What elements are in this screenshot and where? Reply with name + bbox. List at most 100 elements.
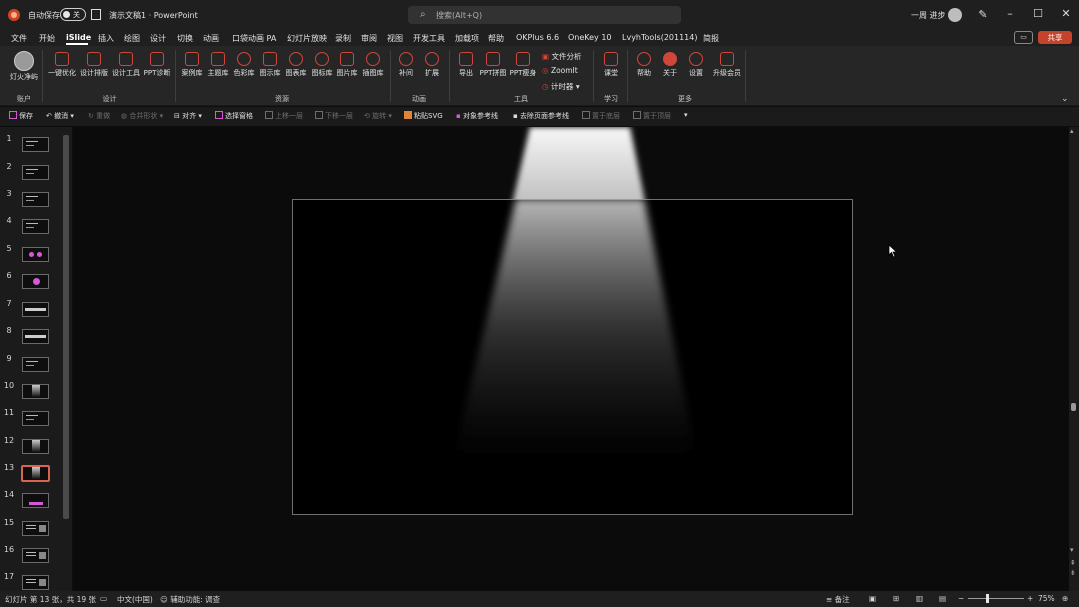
slide-thumbnail[interactable] [22, 302, 49, 317]
menu-view[interactable]: 视图 [387, 33, 403, 44]
qat-paste-svg-button[interactable]: 粘贴SVG [404, 111, 443, 121]
close-icon[interactable]: ✕ [1056, 7, 1076, 20]
menu-onekey[interactable]: OneKey 10 [568, 33, 612, 42]
autosave-toggle[interactable]: 关 [60, 8, 86, 21]
zoom-slider-knob[interactable] [986, 594, 989, 603]
menu-addins[interactable]: 加载项 [455, 33, 479, 44]
scroll-up-icon[interactable]: ▴ [1070, 127, 1074, 135]
qat-bring-to-front-button[interactable]: 置于顶层 [633, 111, 671, 121]
qat-bring-forward-button[interactable]: 上移一层 [265, 111, 303, 121]
ppt-collage-button[interactable]: PPT拼图 [477, 50, 509, 77]
design-tools-button[interactable]: 设计工具 [110, 50, 142, 77]
account-button-label[interactable]: 灯火净屿 [8, 73, 40, 81]
menu-record[interactable]: 录制 [335, 33, 351, 44]
slide-thumbnail[interactable] [22, 493, 49, 508]
menu-insert[interactable]: 插入 [98, 33, 114, 44]
slide-thumbnail[interactable] [22, 575, 49, 590]
slide-thumbnail[interactable] [22, 411, 49, 426]
minimize-icon[interactable]: – [1000, 7, 1020, 20]
maximize-icon[interactable]: ☐ [1028, 7, 1048, 20]
search-box[interactable]: ⌕ 搜索(Alt+Q) [408, 6, 681, 24]
user-name[interactable]: 一周 进步 [911, 10, 946, 21]
menu-help[interactable]: 帮助 [488, 33, 504, 44]
fit-to-window-icon[interactable]: ⊕ [1062, 594, 1068, 603]
slide-thumbnail[interactable] [22, 219, 49, 234]
scrollbar-thumb[interactable] [1071, 403, 1076, 411]
slide-thumbnail[interactable] [22, 439, 49, 454]
menu-slideshow[interactable]: 幻灯片放映 [287, 33, 327, 44]
zoom-slider[interactable] [968, 598, 1024, 599]
ppt-slim-button[interactable]: PPT瘦身 [507, 50, 539, 77]
slide-thumbnail[interactable] [22, 521, 49, 536]
qat-undo-button[interactable]: ↶ 撤消 ▾ [46, 111, 74, 121]
reading-view-icon[interactable]: ▥ [916, 594, 923, 603]
extend-button[interactable]: 扩展 [416, 50, 448, 77]
collapse-ribbon-icon[interactable]: ⌄ [1061, 94, 1069, 104]
language-indicator[interactable]: 中文(中国) [117, 594, 153, 605]
scroll-down-icon[interactable]: ▾ [1070, 546, 1074, 554]
upgrade-member-button[interactable]: 升级会员 [712, 50, 742, 77]
qat-send-backward-button[interactable]: 下移一层 [315, 111, 353, 121]
scrollbar-thumb[interactable] [63, 135, 69, 519]
pen-icon[interactable]: ✎ [973, 8, 993, 21]
classroom-button[interactable]: 课堂 [595, 50, 627, 77]
avatar[interactable] [948, 8, 962, 22]
zoom-out-icon[interactable]: − [958, 594, 964, 603]
design-layout-button[interactable]: 设计排版 [78, 50, 110, 77]
ppt-diagnose-button[interactable]: PPT诊断 [141, 50, 173, 77]
menu-animations[interactable]: 动画 [203, 33, 219, 44]
previous-slide-icon[interactable]: ⇞ [1070, 559, 1076, 567]
save-icon[interactable] [91, 9, 101, 20]
slideshow-view-icon[interactable]: ▤ [939, 594, 946, 603]
qat-selection-pane-button[interactable]: 选择窗格 [215, 111, 253, 121]
menu-okplus[interactable]: OKPlus 6.6 [516, 33, 559, 42]
menu-home[interactable]: 开始 [39, 33, 55, 44]
slide-thumbnail[interactable] [21, 465, 50, 482]
thumbnails-scrollbar[interactable] [62, 127, 70, 589]
slide-thumbnail[interactable] [22, 165, 49, 180]
comment-button[interactable]: ▭ [1014, 31, 1033, 44]
share-button[interactable]: 共享 [1038, 31, 1072, 44]
spellcheck-icon[interactable]: ▭ [100, 594, 107, 603]
zoom-in-icon[interactable]: + [1027, 594, 1033, 603]
slide-thumbnail[interactable] [22, 137, 49, 152]
menu-pocket-animation[interactable]: 口袋动画 PA [232, 33, 276, 44]
timer-button[interactable]: ◷ 计时器 ▾ [542, 81, 580, 92]
account-avatar[interactable] [14, 51, 34, 71]
menu-lvyhtools[interactable]: LvyhTools(201114) [622, 33, 697, 42]
slide-thumbnail[interactable] [22, 548, 49, 563]
one-click-optimize-button[interactable]: 一键优化 [46, 50, 78, 77]
qat-rotate-button[interactable]: ⟲ 旋转 ▾ [364, 111, 392, 121]
slide-thumbnail[interactable] [22, 274, 49, 289]
menu-draw[interactable]: 绘图 [124, 33, 140, 44]
qat-customize-icon[interactable]: ▾ [684, 111, 688, 119]
accessibility-indicator[interactable]: ☺ 辅助功能: 调查 [160, 594, 220, 605]
canvas-scrollbar[interactable]: ▴ ▾ ⇞ ⇟ [1069, 127, 1079, 591]
qat-align-button[interactable]: ⊟ 对齐 ▾ [174, 111, 202, 121]
qat-remove-page-guides-button[interactable]: ▪ 去除页面参考线 [513, 111, 569, 121]
menu-file[interactable]: 文件 [11, 33, 27, 44]
slide-thumbnail[interactable] [22, 357, 49, 372]
zoom-level[interactable]: 75% [1038, 594, 1055, 603]
qat-save-button[interactable]: 保存 [9, 111, 33, 121]
qat-merge-shapes-button[interactable]: ◍ 合并形状 ▾ [121, 111, 163, 121]
menu-review[interactable]: 审阅 [361, 33, 377, 44]
normal-view-icon[interactable]: ▣ [869, 594, 876, 603]
illustration-library-button[interactable]: 插图库 [357, 50, 389, 77]
slide-thumbnail[interactable] [22, 192, 49, 207]
qat-object-guides-button[interactable]: ▪ 对象参考线 [456, 111, 498, 121]
slide-sorter-icon[interactable]: ⊞ [893, 594, 899, 603]
menu-design[interactable]: 设计 [150, 33, 166, 44]
next-slide-icon[interactable]: ⇟ [1070, 569, 1076, 577]
slide-thumbnail[interactable] [22, 384, 49, 399]
slide-thumbnail[interactable] [22, 329, 49, 344]
slide-thumbnail[interactable] [22, 247, 49, 262]
menu-islide[interactable]: iSlide [66, 33, 91, 42]
menu-briefing[interactable]: 简报 [703, 33, 719, 44]
settings-button[interactable]: 设置 [680, 50, 712, 77]
notes-button[interactable]: ≡ 备注 [826, 594, 850, 605]
menu-transitions[interactable]: 切换 [177, 33, 193, 44]
zoomit-button[interactable]: ◎ ZoomIt [542, 66, 578, 75]
qat-send-to-back-button[interactable]: 置于底层 [582, 111, 620, 121]
menu-developer[interactable]: 开发工具 [413, 33, 445, 44]
